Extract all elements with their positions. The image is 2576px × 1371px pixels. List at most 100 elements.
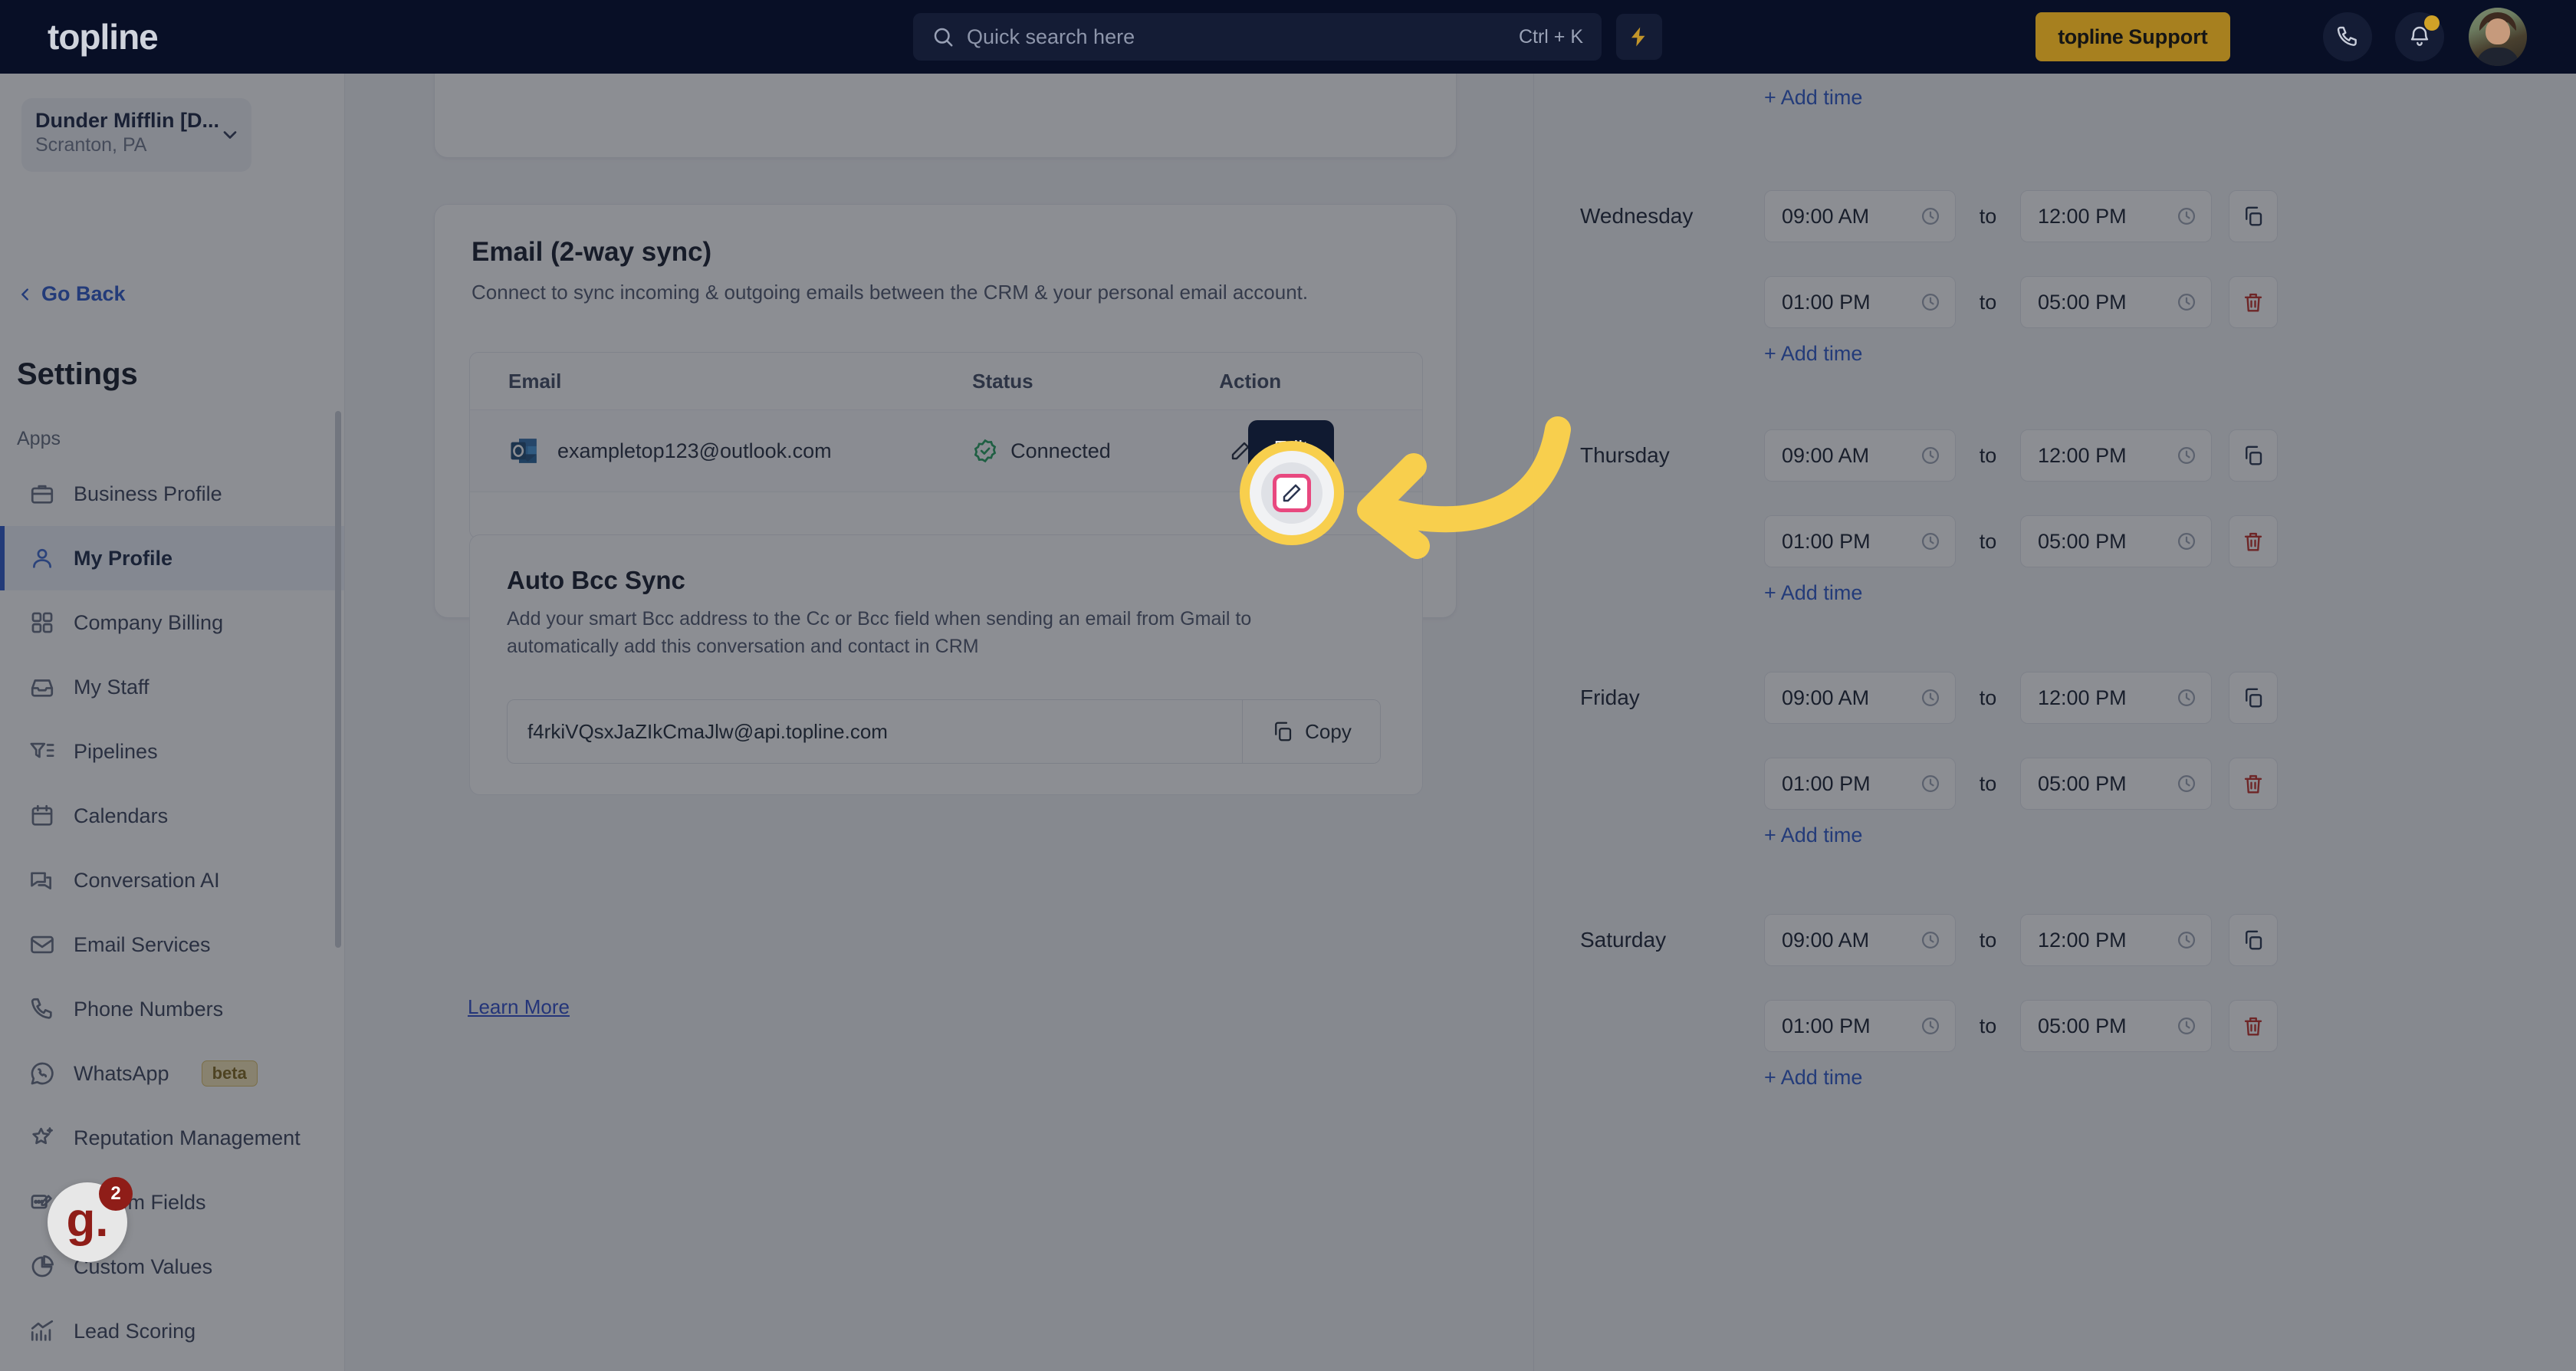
- cell-status: Connected: [972, 438, 1219, 464]
- start-time-field[interactable]: 09:00 AM: [1764, 672, 1956, 724]
- add-time-link[interactable]: + Add time: [1764, 1066, 1862, 1090]
- sidebar-item-business-profile[interactable]: Business Profile: [0, 462, 344, 526]
- sidebar-item-calendars[interactable]: Calendars: [0, 784, 344, 848]
- copy-icon: [2246, 688, 2262, 708]
- start-time-field[interactable]: 09:00 AM: [1764, 914, 1956, 966]
- clock-icon: [2176, 445, 2197, 466]
- clock-icon: [2176, 205, 2197, 227]
- sidebar-item-my-profile[interactable]: My Profile: [0, 526, 344, 590]
- auto-bcc-sync-card: Auto Bcc Sync Add your smart Bcc address…: [469, 534, 1423, 795]
- filter-icon: [29, 738, 55, 764]
- clock-icon: [1921, 293, 1940, 311]
- copy-time-button[interactable]: [2229, 190, 2278, 242]
- support-button[interactable]: topline Support: [2036, 12, 2230, 61]
- avatar[interactable]: [2469, 8, 2527, 66]
- delete-time-button[interactable]: [2229, 758, 2278, 810]
- sidebar-item-custom-values[interactable]: Custom Values: [0, 1235, 344, 1299]
- sidebar-item-reputation-management[interactable]: Reputation Management: [0, 1106, 344, 1170]
- person-icon: [33, 548, 51, 568]
- location-switcher[interactable]: Dunder Mifflin [D... Scranton, PA: [21, 98, 251, 172]
- quick-actions-button[interactable]: [1616, 14, 1662, 60]
- end-time-field[interactable]: 05:00 PM: [2020, 1000, 2212, 1052]
- start-time-value: 01:00 PM: [1782, 529, 1871, 553]
- search-shortcut-hint: Ctrl + K: [1518, 25, 1583, 48]
- bar-chart-icon: [29, 1318, 55, 1344]
- add-time-link[interactable]: + Add time: [1764, 86, 1862, 110]
- start-time-value: 01:00 PM: [1782, 1014, 1871, 1037]
- time-slot-row: 01:00 PM to 05:00 PM: [1764, 276, 2278, 328]
- sidebar-item-label: Company Billing: [74, 610, 224, 634]
- search-input[interactable]: [967, 25, 1506, 49]
- clock-icon: [2177, 446, 2196, 465]
- go-back-link[interactable]: Go Back: [17, 282, 126, 306]
- end-time-value: 05:00 PM: [2038, 771, 2127, 795]
- global-search[interactable]: Ctrl + K: [913, 13, 1602, 61]
- end-time-value: 05:00 PM: [2038, 290, 2127, 314]
- app-logo[interactable]: topline: [48, 16, 159, 58]
- add-time-link[interactable]: + Add time: [1764, 342, 1862, 366]
- availability-column: 01:00 PM to 05:00 PM + Add time Wednesday 09:…: [1533, 20, 2576, 1371]
- start-time-field[interactable]: 09:00 AM: [1764, 429, 1956, 482]
- email-two-way-sync-card: Email (2-way sync) Connect to sync incom…: [434, 204, 1457, 795]
- phone-icon: [31, 998, 52, 1019]
- delete-time-button[interactable]: [2229, 276, 2278, 328]
- start-time-field[interactable]: 09:00 AM: [1764, 190, 1956, 242]
- add-time-link[interactable]: + Add time: [1764, 581, 1862, 605]
- avatar-face: [2486, 18, 2510, 44]
- sidebar-item-label: WhatsApp: [74, 1061, 169, 1085]
- outlook-icon: [511, 439, 537, 463]
- end-time-field[interactable]: 12:00 PM: [2020, 429, 2212, 482]
- phone-button[interactable]: [2323, 12, 2372, 61]
- clock-icon: [2177, 293, 2196, 311]
- support-chat-widget[interactable]: g. 2: [48, 1177, 133, 1262]
- sidebar-item-phone-numbers[interactable]: Phone Numbers: [0, 977, 344, 1041]
- learn-more-link[interactable]: Learn More: [468, 995, 570, 1019]
- sidebar-item-my-staff[interactable]: My Staff: [0, 655, 344, 719]
- sidebar-item-conversation-ai[interactable]: Conversation AI: [0, 848, 344, 912]
- end-time-field[interactable]: 05:00 PM: [2020, 758, 2212, 810]
- add-time-link[interactable]: + Add time: [1764, 824, 1862, 847]
- bcc-address-input[interactable]: [508, 700, 1242, 763]
- copy-time-button[interactable]: [2229, 672, 2278, 724]
- envelope-icon: [29, 932, 55, 958]
- delete-time-button[interactable]: [2229, 1000, 2278, 1052]
- clock-icon: [1921, 207, 1940, 225]
- sidebar-scrollbar[interactable]: [335, 411, 341, 948]
- location-sub: Scranton, PA: [35, 134, 147, 156]
- calculator-icon: [29, 610, 55, 636]
- copy-time-button[interactable]: [2229, 429, 2278, 482]
- start-time-field[interactable]: 01:00 PM: [1764, 515, 1956, 567]
- sidebar-group-label: Apps: [17, 428, 61, 449]
- trash-icon: [2244, 774, 2262, 794]
- sidebar-item-email-services[interactable]: Email Services: [0, 912, 344, 977]
- to-separator: to: [1979, 1014, 1997, 1037]
- end-time-field[interactable]: 12:00 PM: [2020, 190, 2212, 242]
- delete-time-button[interactable]: [2229, 515, 2278, 567]
- trash-icon: [2244, 532, 2262, 551]
- clock-icon: [2177, 931, 2196, 949]
- sidebar-item-whatsapp[interactable]: WhatsApp beta: [0, 1041, 344, 1106]
- bar-chart-icon: [31, 1320, 54, 1341]
- sidebar-item-lead-scoring[interactable]: Lead Scoring: [0, 1299, 344, 1363]
- start-time-field[interactable]: 01:00 PM: [1764, 1000, 1956, 1052]
- sidebar-item-pipelines[interactable]: Pipelines: [0, 719, 344, 784]
- end-time-field[interactable]: 12:00 PM: [2020, 672, 2212, 724]
- start-time-value: 09:00 AM: [1782, 204, 1870, 228]
- sidebar-item-company-billing[interactable]: Company Billing: [0, 590, 344, 655]
- start-time-field[interactable]: 01:00 PM: [1764, 758, 1956, 810]
- email-address-text: exampletop123@outlook.com: [557, 439, 832, 462]
- notifications-button[interactable]: [2395, 12, 2444, 61]
- start-time-field[interactable]: 01:00 PM: [1764, 276, 1956, 328]
- end-time-field[interactable]: 05:00 PM: [2020, 515, 2212, 567]
- sidebar-item-domains[interactable]: Domains: [0, 1363, 344, 1371]
- end-time-field[interactable]: 05:00 PM: [2020, 276, 2212, 328]
- to-separator: to: [1979, 928, 1997, 952]
- trash-icon: [2244, 293, 2262, 312]
- end-time-value: 05:00 PM: [2038, 1014, 2127, 1037]
- end-time-field[interactable]: 12:00 PM: [2020, 914, 2212, 966]
- copy-bcc-button[interactable]: Copy: [1242, 700, 1380, 763]
- sidebar-item-label: Reputation Management: [74, 1126, 301, 1149]
- sidebar-item-label: My Profile: [74, 546, 173, 570]
- highlighted-edit-target[interactable]: [1250, 451, 1334, 535]
- copy-time-button[interactable]: [2229, 914, 2278, 966]
